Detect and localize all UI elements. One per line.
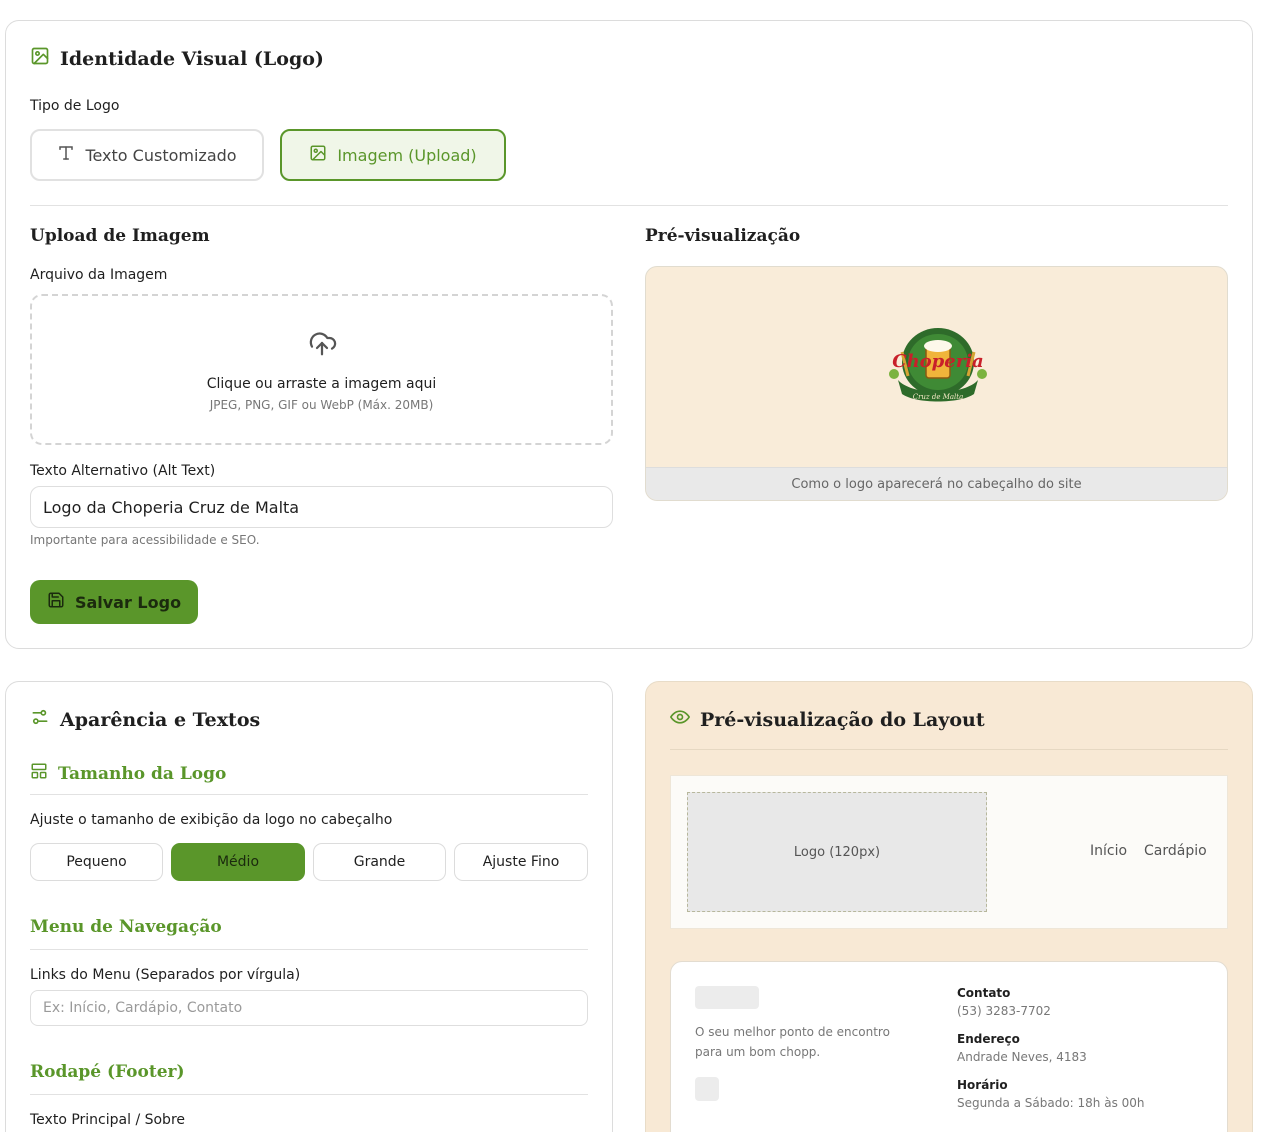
alt-text-label: Texto Alternativo (Alt Text) bbox=[30, 463, 216, 479]
footer-logo-placeholder bbox=[695, 986, 759, 1009]
size-large-button[interactable]: Grande bbox=[313, 843, 446, 881]
mock-logo-placeholder: Logo (120px) bbox=[687, 792, 987, 912]
logo-type-text-label: Texto Customizado bbox=[85, 145, 237, 165]
size-medium-button[interactable]: Médio bbox=[171, 843, 305, 881]
nav-links-label: Links do Menu (Separados por vírgula) bbox=[30, 967, 301, 983]
logo-type-label: Tipo de Logo bbox=[30, 98, 120, 114]
footer-hours-label: Horário bbox=[957, 1078, 1008, 1092]
layout-preview-title: Pré-visualização do Layout bbox=[670, 707, 985, 732]
mock-nav-item-menu: Cardápio bbox=[1144, 843, 1207, 859]
logo-size-section-title: Tamanho da Logo bbox=[30, 762, 226, 785]
footer-section-title: Rodapé (Footer) bbox=[30, 1062, 185, 1082]
save-icon bbox=[47, 591, 65, 613]
divider bbox=[670, 749, 1228, 750]
save-logo-button[interactable]: Salvar Logo bbox=[30, 580, 198, 624]
footer-address-value: Andrade Neves, 4183 bbox=[957, 1050, 1087, 1064]
alt-text-input[interactable]: Logo da Choperia Cruz de Malta bbox=[30, 486, 613, 528]
footer-social-placeholder bbox=[695, 1077, 719, 1101]
type-text-icon bbox=[57, 144, 75, 166]
logo-size-description: Ajuste o tamanho de exibição da logo no … bbox=[30, 812, 393, 828]
image-dropzone[interactable]: Clique ou arraste a imagem aqui JPEG, PN… bbox=[30, 294, 613, 445]
preview-caption: Como o logo aparecerá no cabeçalho do si… bbox=[646, 467, 1227, 500]
logo-ribbon-text: Cruz de Malta bbox=[912, 393, 964, 401]
image-icon bbox=[30, 46, 50, 71]
upload-title: Upload de Imagem bbox=[30, 226, 210, 246]
footer-main-text-label: Texto Principal / Sobre bbox=[30, 1112, 186, 1128]
logo-size-title-text: Tamanho da Logo bbox=[58, 763, 227, 784]
logo-type-text-button[interactable]: Texto Customizado bbox=[30, 129, 264, 181]
logo-word-text: Choperia bbox=[892, 351, 984, 372]
save-logo-label: Salvar Logo bbox=[74, 592, 182, 612]
dropzone-sub-text: JPEG, PNG, GIF ou WebP (Máx. 20MB) bbox=[209, 397, 434, 412]
logo-card-title: Identidade Visual (Logo) bbox=[30, 46, 324, 71]
footer-address-label: Endereço bbox=[957, 1032, 1020, 1046]
divider bbox=[30, 205, 1228, 206]
layout-preview-title-text: Pré-visualização do Layout bbox=[700, 708, 985, 731]
sliders-icon bbox=[30, 707, 50, 732]
size-small-button[interactable]: Pequeno bbox=[30, 843, 163, 881]
divider bbox=[30, 949, 588, 950]
divider bbox=[30, 794, 588, 795]
layout-icon bbox=[30, 762, 48, 785]
logo-card-title-text: Identidade Visual (Logo) bbox=[60, 47, 324, 70]
mock-nav-item-home: Início bbox=[1090, 843, 1128, 859]
logo-type-image-label: Imagem (Upload) bbox=[337, 145, 477, 165]
dropzone-main-text: Clique ou arraste a imagem aqui bbox=[206, 375, 437, 392]
cloud-upload-icon bbox=[306, 328, 338, 362]
preview-title: Pré-visualização bbox=[645, 226, 801, 246]
footer-about-text: O seu melhor ponto de encontro para um b… bbox=[695, 1025, 890, 1059]
image-icon bbox=[309, 144, 327, 166]
eye-icon bbox=[670, 707, 690, 732]
file-label: Arquivo da Imagem bbox=[30, 267, 168, 283]
nav-menu-section-title: Menu de Navegação bbox=[30, 917, 222, 937]
footer-hours-value: Segunda a Sábado: 18h às 00h bbox=[957, 1096, 1145, 1110]
divider bbox=[30, 1094, 588, 1095]
logo-preview-box: Choperia Cruz de Malta Como o logo apare… bbox=[645, 266, 1228, 501]
footer-contact-label: Contato bbox=[957, 986, 1011, 1000]
appearance-title-text: Aparência e Textos bbox=[60, 708, 261, 731]
logo-type-image-button[interactable]: Imagem (Upload) bbox=[280, 129, 506, 181]
footer-contact-value: (53) 3283-7702 bbox=[957, 1004, 1051, 1018]
alt-text-hint: Importante para acessibilidade e SEO. bbox=[30, 533, 260, 547]
nav-links-input[interactable]: Ex: Início, Cardápio, Contato bbox=[30, 990, 588, 1026]
appearance-card-title: Aparência e Textos bbox=[30, 707, 260, 732]
size-fine-tune-button[interactable]: Ajuste Fino bbox=[454, 843, 588, 881]
